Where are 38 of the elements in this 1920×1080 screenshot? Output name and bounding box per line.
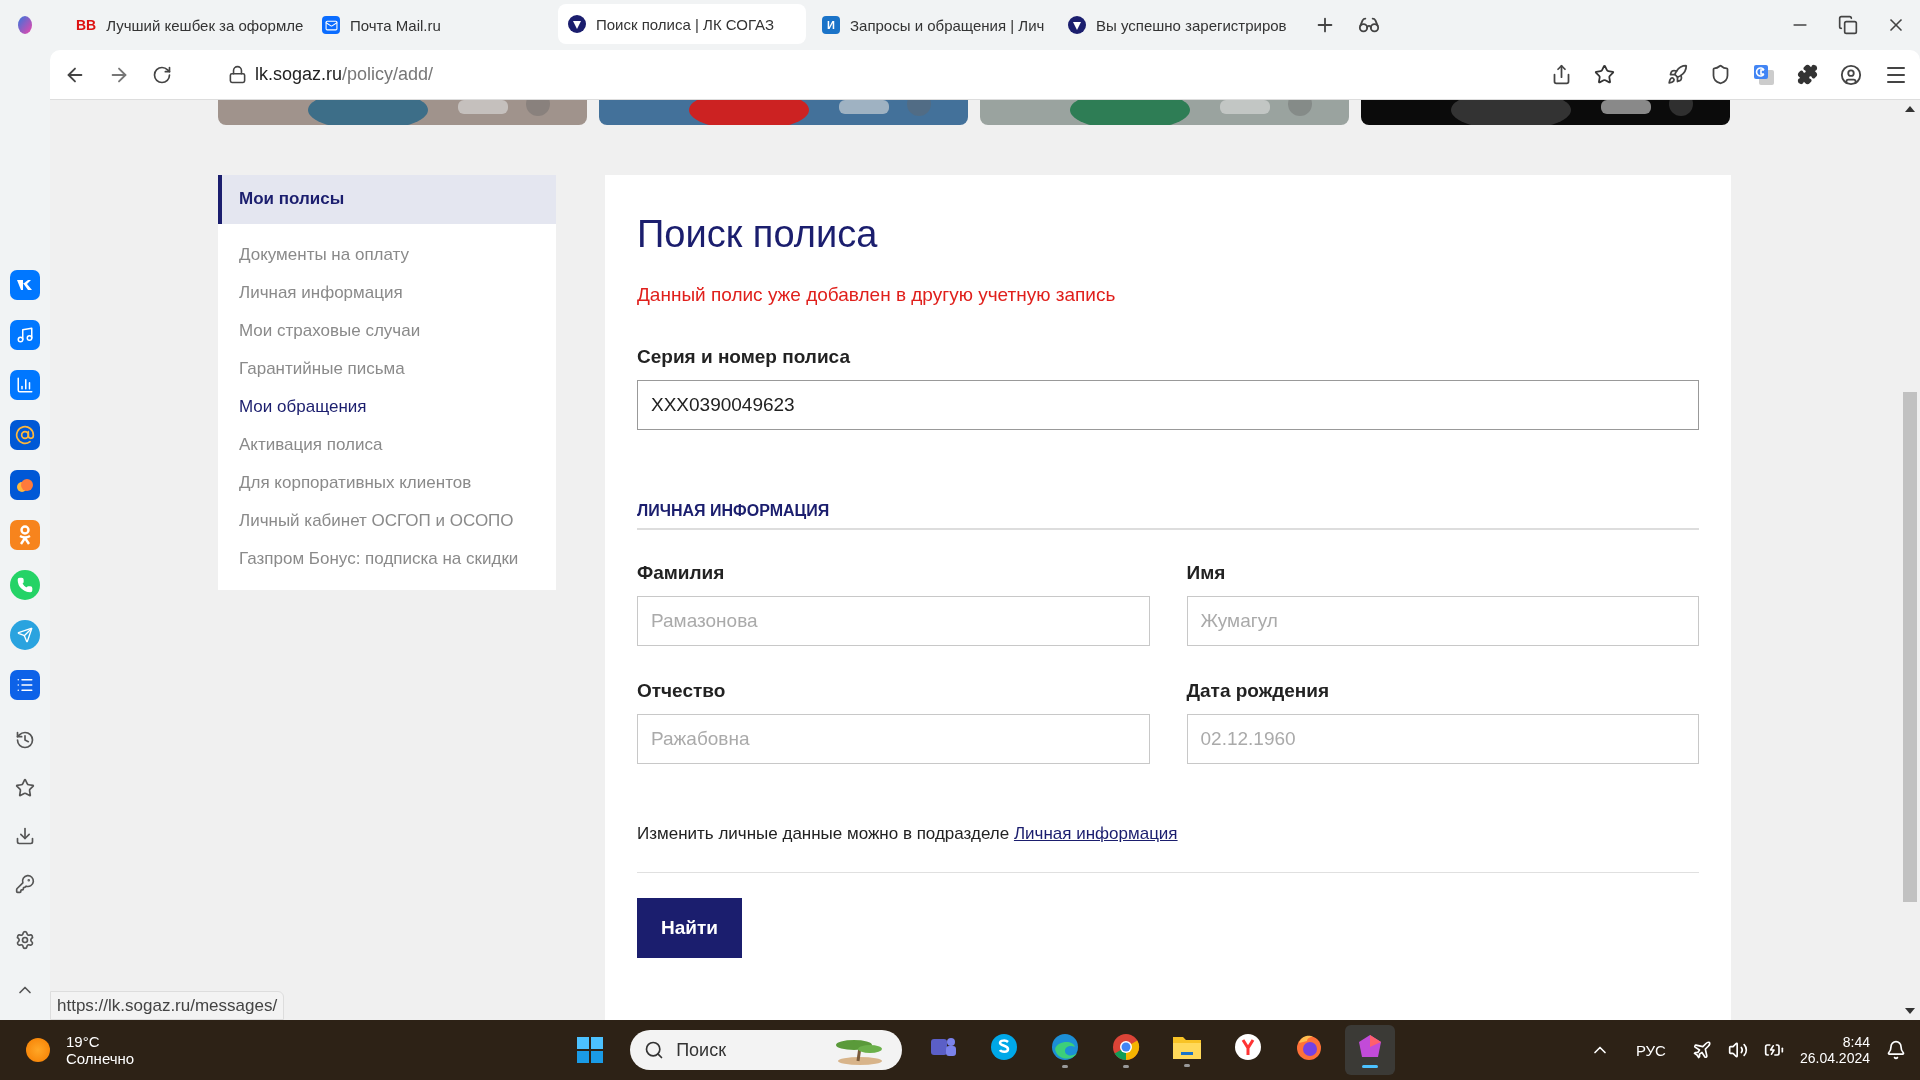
field-label: Отчество (637, 680, 727, 702)
input-field[interactable]: Рамазонова (637, 596, 1150, 646)
browser-tab[interactable]: И Запросы и обращения | Лич (812, 5, 1052, 45)
field-label: Серия и номер полиса (637, 346, 851, 368)
input-field[interactable]: 02.12.1960 (1186, 714, 1699, 764)
search-field[interactable]: Поиск (630, 1030, 903, 1070)
address-field[interactable]: lk.sogaz.ru/policy/add/ (255, 64, 434, 85)
tab-favicon: И (822, 16, 840, 34)
input-field[interactable]: Ражабовна (637, 714, 1150, 764)
browser-tab[interactable]: Почта Mail.ru (312, 5, 552, 45)
find-button[interactable]: Найти (637, 898, 742, 958)
temperature: 19°C (66, 1033, 101, 1050)
input-field[interactable]: Жумагул (1186, 596, 1699, 646)
note-text: Изменить личные данные можно в подразделе Личная информация (637, 824, 1699, 873)
menu-item[interactable]: Личная информация (218, 274, 556, 312)
menu-item[interactable]: Мои обращения (218, 388, 556, 426)
status-url: https://lk.sogaz.ru/messages/ (50, 991, 285, 1020)
menu-item[interactable]: Мои страховые случаи (218, 312, 556, 350)
browser-tab[interactable]: BB Лучший кешбек за оформле (66, 5, 306, 45)
field-label: Дата рождения (1186, 680, 1331, 702)
menu-item[interactable]: Личный кабинет ОСГОП и ОСОПО (218, 502, 556, 540)
menu-item[interactable]: Активация полиса (218, 426, 556, 464)
page-title: Поиск полиса (637, 213, 879, 256)
tab-favicon: BB (76, 17, 97, 33)
weather-text: Солнечно (66, 1050, 135, 1067)
policy-number-field[interactable]: XXX0390049623 (637, 380, 1699, 430)
section-heading: ЛИЧНАЯ ИНФОРМАЦИЯ (637, 502, 1699, 530)
browser-tab[interactable]: Вы успешно зарегистриров (1058, 5, 1298, 45)
field-label: Фамилия (637, 562, 726, 584)
clock-date[interactable]: 26.04.2024 (1799, 1050, 1870, 1066)
personal-info-link[interactable]: Личная информация (1013, 824, 1178, 843)
menu-item[interactable]: Мои полисы (218, 175, 556, 224)
clock-time[interactable]: 8:44 (1842, 1034, 1870, 1050)
browser-tab[interactable]: Поиск полиса | ЛК СОГАЗ (558, 4, 806, 44)
field-label: Имя (1186, 562, 1227, 584)
error-message: Данный полис уже добавлен в другую учетную запись (637, 284, 1117, 306)
language-indicator[interactable]: РУС (1635, 1041, 1666, 1059)
menu-item[interactable]: Документы на оплату (218, 236, 556, 274)
